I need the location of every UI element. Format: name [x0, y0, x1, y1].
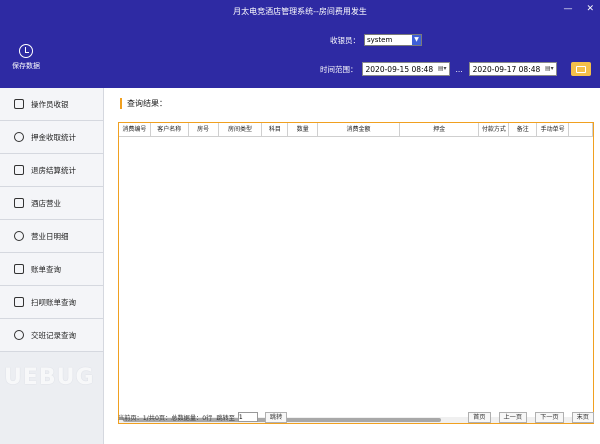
sidebar-item-label: 账单查询	[31, 264, 61, 274]
pager: 首页 上一页 下一页 末页	[464, 411, 594, 423]
sidebar-item-label: 押金收取统计	[31, 132, 76, 142]
column-header[interactable]	[569, 123, 593, 136]
range-separator: ...	[455, 64, 463, 74]
bill-icon	[14, 264, 24, 274]
next-page-button[interactable]: 下一页	[535, 411, 564, 423]
sidebar-item-shift[interactable]: 交班记录查询	[0, 319, 103, 352]
column-header[interactable]: 付款方式	[479, 123, 510, 136]
window-title: 月太电竞酒店管理系统--房间费用发生	[233, 7, 367, 16]
sidebar-item-label: 退房结算统计	[31, 165, 76, 175]
clock-icon	[14, 231, 24, 241]
column-header[interactable]: 房号	[189, 123, 219, 136]
time-range-filter: 时间范围： 2020-09-15 08:48 ▤▾ ... 2020-09-17…	[320, 62, 591, 76]
deposit-icon	[14, 132, 24, 142]
header-toolbar: 保存数据 收银员： system ▼ 时间范围： 2020-09-15 08:4…	[0, 24, 600, 88]
column-header[interactable]: 科目	[262, 123, 289, 136]
last-page-button[interactable]: 末页	[571, 411, 594, 423]
checkout-icon	[14, 165, 24, 175]
results-table[interactable]: 消费编号 客户名称 房号 房间类型 科目 数量 消费金额 押金 付款方式 备注 手动单号	[118, 122, 594, 424]
save-icon	[19, 44, 33, 58]
sidebar-item-hotel[interactable]: 酒店营业	[0, 187, 103, 220]
hotel-icon	[14, 198, 24, 208]
window-controls: — ✕	[563, 4, 594, 14]
sidebar-item-clock[interactable]: 营业日明细	[0, 220, 103, 253]
goto-label: 跳转至	[216, 414, 235, 422]
prev-page-button[interactable]: 上一页	[498, 411, 528, 423]
end-date-value: 2020-09-17 08:48	[472, 65, 541, 74]
title-bar: 月太电竞酒店管理系统--房间费用发生 — ✕	[0, 0, 600, 24]
save-button[interactable]: 保存数据	[8, 44, 44, 71]
page-info: 当前页：1/共0页：总数据量：0行	[118, 414, 213, 422]
column-header[interactable]: 押金	[400, 123, 480, 136]
sidebar-item-label: 交班记录查询	[31, 330, 76, 340]
sidebar-item-scan[interactable]: 扫呗账单查询	[0, 286, 103, 319]
column-header[interactable]: 消费编号	[119, 123, 151, 136]
sidebar-item-label: 扫呗账单查询	[31, 297, 76, 307]
column-header[interactable]: 客户名称	[151, 123, 189, 136]
sidebar-item-deposit[interactable]: 押金收取统计	[0, 121, 103, 154]
column-header[interactable]: 房间类型	[219, 123, 263, 136]
watermark-logo: UEBUG	[4, 365, 95, 390]
time-range-label: 时间范围：	[320, 64, 358, 74]
goto-page-input[interactable]	[237, 412, 258, 422]
cashier-icon	[14, 99, 24, 109]
shift-icon	[14, 330, 24, 340]
main-content: 查询结果： 消费编号 客户名称 房号 房间类型 科目 数量 消费金额 押金 付款方式 备注 手动单号…	[104, 88, 600, 444]
cashier-select[interactable]: system ▼	[364, 34, 422, 46]
end-date-picker[interactable]: 2020-09-17 08:48 ▤▾	[468, 62, 557, 76]
chevron-down-icon[interactable]: ▼	[412, 35, 421, 45]
cashier-value: system	[367, 36, 393, 44]
wallet-icon	[575, 65, 586, 73]
sidebar-item-label: 酒店营业	[31, 198, 61, 208]
start-date-value: 2020-09-15 08:48	[365, 65, 434, 74]
sidebar-item-checkout[interactable]: 退房结算统计	[0, 154, 103, 187]
column-header[interactable]: 备注	[509, 123, 538, 136]
jump-button[interactable]: 跳转	[264, 411, 288, 423]
minimize-button[interactable]: —	[563, 4, 572, 14]
query-button[interactable]	[570, 62, 591, 76]
column-header[interactable]: 手动单号	[537, 123, 570, 136]
sidebar: 操作员收银押金收取统计 退房结算统计 酒店营业营业日明细账单查询扫呗账单查询 交班记录…	[0, 88, 104, 444]
table-header: 消费编号 客户名称 房号 房间类型 科目 数量 消费金额 押金 付款方式 备注 手动单号	[119, 123, 593, 137]
cashier-filter: 收银员： system ▼	[330, 34, 422, 46]
column-header[interactable]: 数量	[288, 123, 319, 136]
sidebar-item-label: 操作员收银	[31, 99, 69, 109]
calendar-icon[interactable]: ▤▾	[545, 65, 554, 72]
first-page-button[interactable]: 首页	[468, 411, 491, 423]
sidebar-item-cashier[interactable]: 操作员收银	[0, 88, 103, 121]
table-footer: 当前页：1/共0页：总数据量：0行 跳转至 跳转 首页 上一页 下一页 末页	[118, 410, 594, 424]
start-date-picker[interactable]: 2020-09-15 08:48 ▤▾	[361, 62, 450, 76]
column-header[interactable]: 消费金额	[318, 123, 400, 136]
save-label: 保存数据	[12, 62, 40, 70]
calendar-icon[interactable]: ▤▾	[438, 65, 447, 72]
close-button[interactable]: ✕	[586, 4, 594, 14]
sidebar-item-label: 营业日明细	[31, 231, 69, 241]
sidebar-item-bill[interactable]: 账单查询	[0, 253, 103, 286]
scan-icon	[14, 297, 24, 307]
results-title: 查询结果：	[120, 98, 167, 109]
cashier-label: 收银员：	[330, 35, 360, 45]
